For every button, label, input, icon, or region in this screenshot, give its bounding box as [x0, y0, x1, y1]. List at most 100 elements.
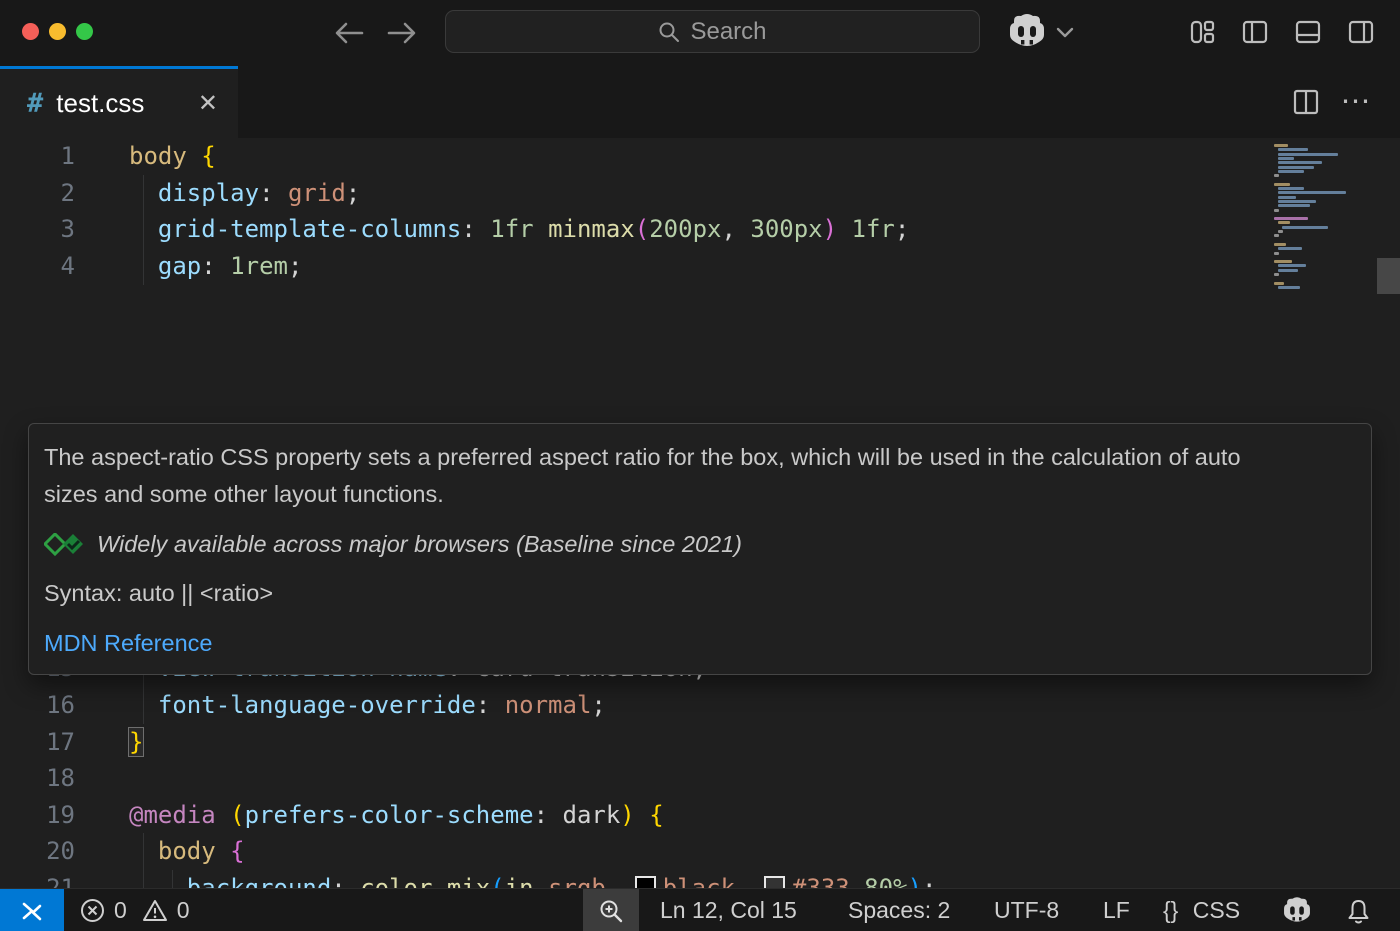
scrollbar-thumb[interactable] — [1377, 258, 1400, 294]
minimap-line — [1278, 264, 1306, 267]
code-line-21[interactable]: 21 background: color-mix(in srgb, black,… — [0, 870, 1400, 888]
close-window-button[interactable] — [22, 23, 39, 40]
code-line-16[interactable]: 16 font-language-override: normal; — [0, 687, 1400, 724]
code-token: ; — [922, 874, 936, 888]
code-line-2[interactable]: 2 display: grid; — [0, 175, 1400, 212]
navigate-forward-button[interactable] — [384, 15, 420, 51]
code-token: font-language-override — [158, 691, 476, 719]
code-token: background — [187, 874, 332, 888]
hover-tooltip: The aspect-ratio CSS property sets a pre… — [28, 423, 1372, 675]
code-line-17[interactable]: 17} — [0, 724, 1400, 761]
code-token: 200px — [649, 215, 721, 243]
code-line-3[interactable]: 3 grid-template-columns: 1fr minmax(200p… — [0, 211, 1400, 248]
eol-button[interactable]: LF — [1103, 889, 1130, 931]
tab-test-css[interactable]: # test.css ✕ — [0, 66, 238, 138]
code-token: 80% — [864, 874, 907, 888]
code-token: , — [735, 874, 764, 888]
split-editor-icon — [1292, 88, 1320, 116]
code-token — [635, 801, 649, 829]
minimap-line — [1274, 260, 1292, 263]
search-input[interactable]: Search — [445, 10, 980, 53]
code-text: background: color-mix(in srgb, black, #3… — [129, 870, 936, 888]
code-line-18[interactable]: 18 — [0, 760, 1400, 797]
indentation-button[interactable]: Spaces: 2 — [848, 889, 950, 931]
code-token — [534, 215, 548, 243]
encoding-button[interactable]: UTF-8 — [994, 889, 1059, 931]
code-token: ) — [823, 215, 837, 243]
code-token: : — [476, 691, 505, 719]
search-icon — [658, 21, 680, 43]
maximize-window-button[interactable] — [76, 23, 93, 40]
minimap-line — [1274, 273, 1279, 276]
baseline-badge-icon — [44, 533, 84, 557]
code-token: : — [534, 801, 563, 829]
code-token — [129, 874, 187, 888]
split-editor-button[interactable] — [1292, 88, 1320, 116]
editor-code-area[interactable]: 1body {2 display: grid;3 grid-template-c… — [0, 138, 1400, 888]
code-token: 1fr — [490, 215, 533, 243]
code-text: @media (prefers-color-scheme: dark) { — [129, 797, 664, 834]
remote-icon — [18, 897, 46, 925]
toggle-secondary-sidebar-button[interactable] — [1347, 18, 1375, 46]
minimap-line — [1274, 282, 1284, 285]
code-text: } — [129, 724, 143, 761]
vscode-window: Search — [0, 0, 1400, 931]
language-label: CSS — [1193, 897, 1240, 923]
code-token: ) — [620, 801, 634, 829]
problems-button[interactable]: 0 0 — [80, 889, 190, 931]
code-token: : — [331, 874, 360, 888]
editor-more-actions-button[interactable]: ⋯ — [1338, 86, 1374, 116]
minimap-line — [1278, 196, 1296, 199]
error-count: 0 — [114, 897, 127, 924]
zoom-status-button[interactable] — [583, 889, 639, 931]
navigate-back-button[interactable] — [331, 15, 367, 51]
minimap-line — [1278, 191, 1346, 194]
code-token — [837, 215, 851, 243]
tab-title: test.css — [56, 88, 144, 119]
code-token — [534, 874, 548, 888]
code-line-1[interactable]: 1body { — [0, 138, 1400, 175]
minimize-window-button[interactable] — [49, 23, 66, 40]
code-token: 1fr — [852, 215, 895, 243]
code-token: ; — [895, 215, 909, 243]
title-bar: Search — [0, 0, 1400, 66]
notifications-button[interactable] — [1345, 897, 1372, 925]
copilot-menu-button[interactable] — [1006, 13, 1074, 51]
cursor-position-button[interactable]: Ln 12, Col 15 — [660, 889, 797, 931]
minimap[interactable] — [1268, 138, 1376, 288]
code-token: ( — [635, 215, 649, 243]
minimap-line — [1278, 230, 1283, 233]
language-mode-button[interactable]: {} CSS — [1163, 889, 1240, 931]
color-swatch[interactable] — [764, 876, 785, 888]
code-token — [187, 142, 201, 170]
mdn-reference-link[interactable]: MDN Reference — [44, 630, 1356, 657]
baseline-text: Widely available across major browsers (… — [97, 531, 742, 558]
code-token: { — [201, 142, 215, 170]
remote-indicator-button[interactable] — [0, 889, 64, 931]
code-line-19[interactable]: 19@media (prefers-color-scheme: dark) { — [0, 797, 1400, 834]
customize-layout-button[interactable] — [1188, 18, 1216, 46]
line-number: 21 — [0, 870, 75, 888]
code-token: @media — [129, 801, 216, 829]
code-token: 300px — [750, 215, 822, 243]
copilot-status-button[interactable] — [1281, 896, 1313, 926]
close-tab-icon[interactable]: ✕ — [198, 89, 218, 118]
error-icon — [80, 898, 105, 923]
baseline-row: Widely available across major browsers (… — [44, 531, 1356, 558]
code-token — [129, 179, 158, 207]
code-token: , — [721, 215, 750, 243]
minimap-line — [1278, 161, 1322, 164]
code-token — [216, 837, 230, 865]
bell-icon — [1345, 898, 1372, 926]
code-line-4[interactable]: 4 gap: 1rem; — [0, 248, 1400, 285]
minimap-line — [1278, 187, 1304, 190]
code-token: ( — [230, 801, 244, 829]
zoom-in-icon — [598, 898, 624, 924]
code-token: prefers-color-scheme — [245, 801, 534, 829]
code-line-20[interactable]: 20 body { — [0, 833, 1400, 870]
toggle-panel-button[interactable] — [1294, 18, 1322, 46]
code-token: normal — [505, 691, 592, 719]
toggle-primary-sidebar-button[interactable] — [1241, 18, 1269, 46]
color-swatch[interactable] — [635, 876, 656, 888]
copilot-icon — [1281, 896, 1313, 926]
